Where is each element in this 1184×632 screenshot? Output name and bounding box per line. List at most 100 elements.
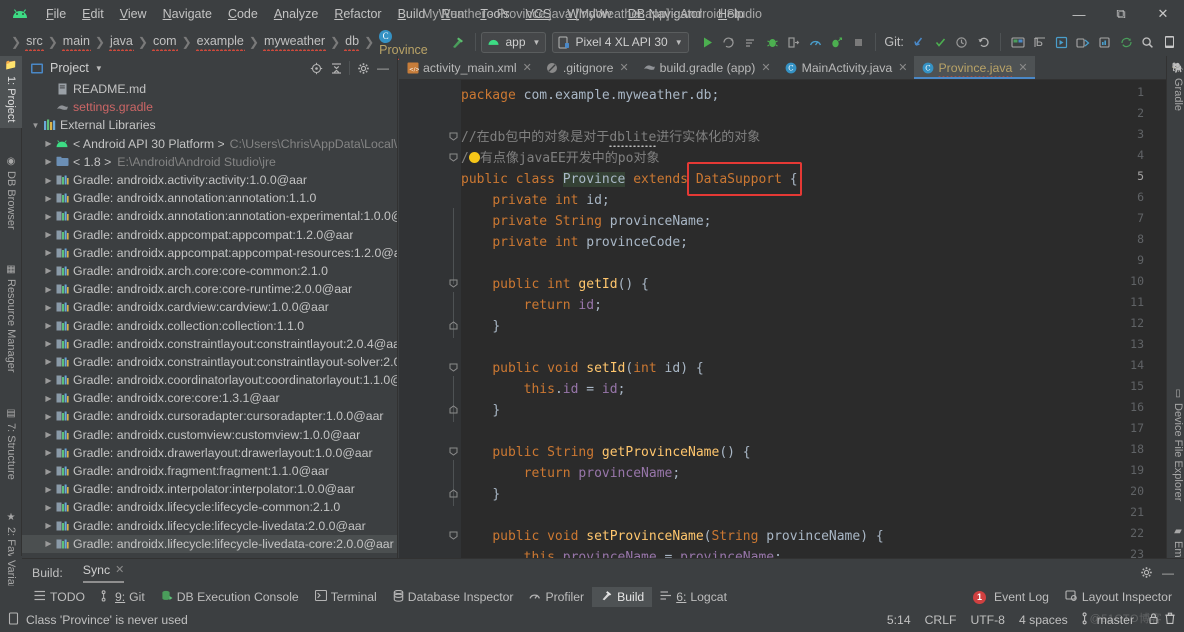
commit-icon[interactable] — [929, 32, 951, 52]
run-coverage-icon[interactable] — [826, 32, 848, 52]
code-line[interactable]: this.id = id; — [461, 379, 626, 400]
sidebar-item-project[interactable]: 📁 1: Project — [0, 56, 22, 128]
editor-tab-activity-main-xml[interactable]: </> activity_main.xml ✕ — [399, 56, 539, 79]
tree-item[interactable]: ▶ Gradle: androidx.appcompat:appcompat-re… — [22, 244, 397, 262]
tree-item[interactable]: ▼ External Libraries — [22, 116, 397, 134]
tree-item[interactable]: README.md — [22, 80, 397, 98]
code-line[interactable]: package com.example.myweather.db; — [461, 85, 719, 106]
fold-marker[interactable] — [449, 132, 458, 141]
code-line[interactable]: public void setId(int id) { — [461, 358, 703, 379]
bottom-tab-profiler[interactable]: Profiler — [521, 588, 592, 606]
tree-item[interactable]: ▶ Gradle: androidx.cardview:cardview:1.0.… — [22, 298, 397, 316]
device-selector[interactable]: Pixel 4 XL API 30 ▼ — [552, 31, 689, 53]
fold-marker[interactable] — [449, 363, 458, 372]
code-line[interactable]: } — [461, 316, 500, 337]
collapse-arrow-icon[interactable]: ▶ — [43, 266, 54, 275]
collapse-arrow-icon[interactable]: ▶ — [43, 485, 54, 494]
module-selector[interactable]: app ▼ — [481, 31, 547, 53]
menu-item-edit[interactable]: Edit — [74, 4, 112, 24]
tree-item[interactable]: ▶ Gradle: androidx.annotation:annotation:… — [22, 189, 397, 207]
close-icon[interactable]: ✕ — [1142, 0, 1184, 28]
collapse-arrow-icon[interactable]: ▶ — [43, 521, 54, 530]
tree-item[interactable]: ▶ < Android API 30 Platform > C:\Users\Chr… — [22, 135, 397, 153]
code-line[interactable]: private int provinceCode; — [461, 232, 688, 253]
tree-item[interactable]: ▶ Gradle: androidx.interpolator:interpola… — [22, 480, 397, 498]
code-line[interactable]: //在db包中的对象是对于dblite进行实体化的对象 — [461, 127, 760, 148]
fold-marker[interactable] — [449, 489, 458, 498]
bottom-tab-db-execution-console[interactable]: DB Execution Console — [153, 588, 307, 607]
hide-panel-icon[interactable]: — — [1158, 563, 1178, 583]
tree-item[interactable]: ▶ Gradle: androidx.activity:activity:1.0.… — [22, 171, 397, 189]
history-icon[interactable] — [951, 32, 973, 52]
breadcrumb[interactable]: ❯ src ❯ main ❯ java ❯ com ❯ example ❯ myweather ❯ db ❯… — [0, 26, 439, 60]
device-selector-icon[interactable] — [1159, 32, 1181, 52]
maximize-icon[interactable]: ⧉ — [1100, 0, 1142, 28]
search-icon[interactable] — [1137, 32, 1159, 52]
menu-item-vcs[interactable]: VCS — [518, 4, 560, 24]
collapse-arrow-icon[interactable]: ▶ — [43, 448, 54, 457]
editor-tabs[interactable]: </> activity_main.xml ✕ .gitignore ✕ build.gr… — [399, 56, 1184, 80]
editor-gutter[interactable] — [399, 80, 461, 558]
attach-debugger-icon[interactable] — [783, 32, 805, 52]
menu-item-tools[interactable]: Tools — [472, 4, 517, 24]
hammer-icon[interactable] — [447, 32, 469, 52]
minimize-icon[interactable]: — — [1058, 0, 1100, 28]
project-tree[interactable]: README.md settings.gradle ▼ External Librar… — [22, 80, 397, 558]
fold-marker[interactable] — [449, 405, 458, 414]
device-manager-icon[interactable] — [1072, 32, 1094, 52]
caret-position[interactable]: 5:14 — [887, 613, 911, 627]
editor-tab-province-java[interactable]: C Province.java ✕ — [914, 56, 1035, 79]
breadcrumb-item-java[interactable]: java — [108, 34, 135, 51]
tree-item[interactable]: ▶ Gradle: androidx.drawerlayout:drawerlay… — [22, 444, 397, 462]
close-icon[interactable]: ✕ — [1018, 61, 1027, 74]
window-controls[interactable]: — ⧉ ✕ — [1058, 0, 1184, 28]
line-separator[interactable]: CRLF — [925, 613, 957, 627]
fold-marker[interactable] — [449, 153, 458, 162]
collapse-arrow-icon[interactable]: ▶ — [43, 539, 54, 548]
menu-item-db-navigator[interactable]: DB Navigator — [620, 4, 710, 24]
close-icon[interactable]: ✕ — [619, 61, 628, 74]
locate-target-icon[interactable] — [306, 58, 326, 78]
apply-code-changes-icon[interactable] — [740, 32, 762, 52]
code-line[interactable]: private int id; — [461, 190, 609, 211]
code-line[interactable]: } — [461, 484, 500, 505]
expand-arrow-icon[interactable]: ▼ — [30, 121, 41, 130]
menu-item-help[interactable]: Help — [710, 4, 752, 24]
breadcrumb-item-db[interactable]: db — [343, 34, 361, 51]
breadcrumb-item-example[interactable]: example — [195, 34, 246, 51]
chevron-down-icon[interactable]: ▼ — [95, 64, 103, 73]
collapse-all-icon[interactable] — [326, 58, 346, 78]
layout-inspector-icon[interactable] — [1050, 32, 1072, 52]
breadcrumb-item-class[interactable]: CProvince — [377, 26, 439, 60]
sync-gradle-icon[interactable] — [1115, 32, 1137, 52]
collapse-arrow-icon[interactable]: ▶ — [43, 503, 54, 512]
bottom-tab-terminal[interactable]: Terminal — [307, 588, 385, 606]
collapse-arrow-icon[interactable]: ▶ — [43, 430, 54, 439]
profiler-icon[interactable] — [805, 32, 827, 52]
code-line[interactable]: return provinceName; — [461, 463, 681, 484]
menu-item-analyze[interactable]: Analyze — [266, 4, 326, 24]
close-icon[interactable]: ✕ — [523, 61, 532, 74]
menu-item-window[interactable]: Window — [559, 4, 619, 24]
collapse-arrow-icon[interactable]: ▶ — [43, 339, 54, 348]
collapse-arrow-icon[interactable]: ▶ — [43, 230, 54, 239]
bottom-tab-logcat[interactable]: 6: Logcat — [652, 588, 735, 606]
menu-item-navigate[interactable]: Navigate — [155, 4, 220, 24]
avd-manager-icon[interactable] — [1007, 32, 1029, 52]
code-line[interactable]: this.provinceName = provinceName; — [461, 547, 782, 558]
editor-tab-build-gradle-app-[interactable]: build.gradle (app) ✕ — [636, 56, 778, 79]
close-icon[interactable]: ✕ — [761, 61, 770, 74]
update-project-icon[interactable] — [908, 32, 930, 52]
code-line[interactable]: public int getId() { — [461, 274, 649, 295]
collapse-arrow-icon[interactable]: ▶ — [43, 194, 54, 203]
file-encoding[interactable]: UTF-8 — [970, 613, 1005, 627]
collapse-arrow-icon[interactable]: ▶ — [43, 212, 54, 221]
menu-item-run[interactable]: Run — [433, 4, 472, 24]
editor-tab-mainactivity-java[interactable]: C MainActivity.java ✕ — [778, 56, 915, 79]
bottom-tab-database-inspector[interactable]: Database Inspector — [385, 588, 522, 607]
close-icon[interactable]: ✕ — [115, 563, 124, 576]
tree-item[interactable]: ▶ Gradle: androidx.fragment:fragment:1.1.… — [22, 462, 397, 480]
bottom-tab-todo[interactable]: TODO — [26, 588, 93, 606]
menu-item-build[interactable]: Build — [390, 4, 434, 24]
tree-item[interactable]: ▶ Gradle: androidx.lifecycle:lifecycle-li… — [22, 534, 397, 553]
